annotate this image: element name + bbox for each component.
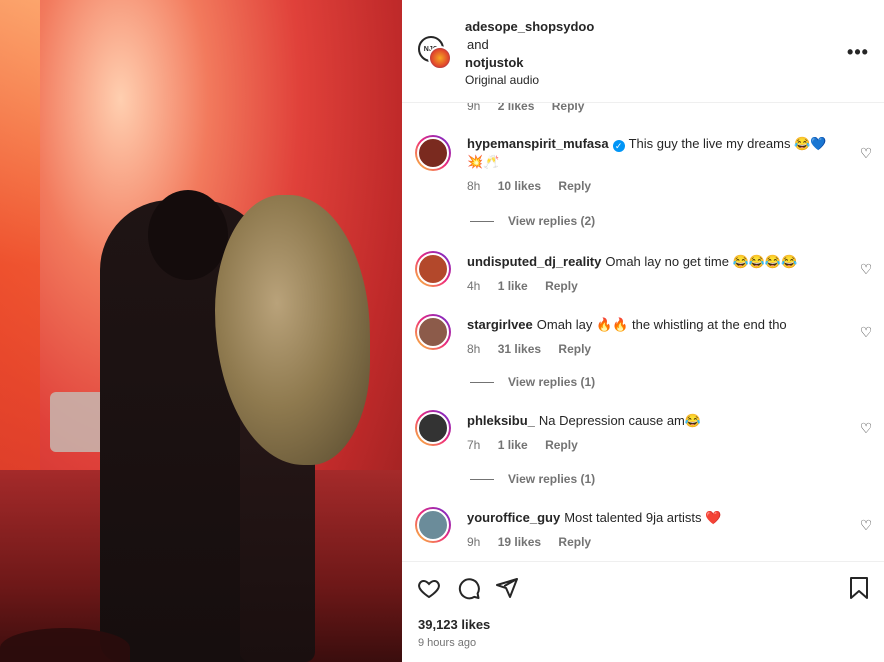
like-comment-heart-icon[interactable]: ♡ bbox=[858, 145, 874, 161]
audience-silhouette bbox=[0, 628, 130, 662]
comment-body: hypemanspirit_mufasa ✓ This guy the live m… bbox=[467, 135, 837, 195]
heart-outline-icon bbox=[418, 579, 440, 599]
view-replies-button[interactable]: View replies (1) bbox=[470, 375, 595, 389]
comment-meta: 9h 19 likes Reply bbox=[467, 533, 837, 551]
like-comment-heart-icon[interactable]: ♡ bbox=[858, 261, 874, 277]
view-replies-label: View replies (1) bbox=[508, 375, 596, 389]
paper-plane-icon bbox=[496, 578, 518, 598]
commenter-avatar[interactable] bbox=[415, 314, 451, 350]
author-avatars[interactable]: NJO bbox=[418, 36, 452, 70]
reply-button[interactable]: Reply bbox=[558, 342, 591, 356]
comment-time: 8h bbox=[467, 342, 481, 356]
post-video[interactable] bbox=[0, 0, 402, 662]
author-2-link[interactable]: notjustok bbox=[465, 54, 594, 72]
save-bookmark-icon[interactable] bbox=[846, 576, 872, 602]
comment-username[interactable]: stargirlvee bbox=[467, 317, 533, 332]
audio-link[interactable]: Original audio bbox=[465, 73, 539, 87]
comment-time: 8h bbox=[467, 179, 481, 193]
comment-meta: 8h 31 likes Reply bbox=[467, 340, 837, 358]
comment-likes[interactable]: 19 likes bbox=[498, 535, 541, 549]
comment-likes[interactable]: 31 likes bbox=[498, 342, 541, 356]
post-sidebar: NJO adesope_shopsydoo and notjustok Orig… bbox=[402, 0, 884, 662]
post-time: 9 hours ago bbox=[418, 637, 477, 649]
replies-divider bbox=[470, 221, 494, 223]
reply-button[interactable]: Reply bbox=[545, 438, 578, 452]
comment-likes[interactable]: 1 like bbox=[498, 279, 528, 293]
comment-text: Omah lay no get time 😂😂😂😂 bbox=[605, 254, 798, 269]
performer-head bbox=[148, 190, 228, 280]
view-replies-button[interactable]: View replies (2) bbox=[470, 214, 595, 228]
comment-time: 7h bbox=[467, 438, 481, 452]
comment-text: Most talented 9ja artists ❤️ bbox=[564, 510, 722, 525]
author-names: adesope_shopsydoo and notjustok bbox=[465, 18, 594, 72]
comment-icon[interactable] bbox=[456, 576, 482, 602]
comment-likes[interactable]: 1 like bbox=[498, 438, 528, 452]
comment-text: Omah lay 🔥🔥 the whistling at the end tho bbox=[536, 317, 787, 332]
reply-button[interactable]: Reply bbox=[545, 279, 578, 293]
share-icon[interactable] bbox=[494, 576, 520, 602]
author-1-link[interactable]: adesope_shopsydoo bbox=[465, 18, 594, 36]
comments-list[interactable]: 9h 2 likes Reply hypemanspirit_mufasa ✓ Th… bbox=[402, 103, 884, 561]
view-replies-label: View replies (2) bbox=[508, 214, 596, 228]
comment-meta: 4h 1 like Reply bbox=[467, 277, 837, 295]
commenter-avatar[interactable] bbox=[415, 251, 451, 287]
author-conjunction: and bbox=[467, 37, 489, 52]
like-heart-icon[interactable] bbox=[416, 576, 442, 602]
verified-badge-icon: ✓ bbox=[612, 140, 625, 152]
view-replies-button[interactable]: View replies (1) bbox=[470, 472, 595, 486]
comment-time: 9h bbox=[467, 103, 481, 113]
replies-divider bbox=[470, 479, 494, 481]
comment-body: undisputed_dj_reality Omah lay no get tim… bbox=[467, 253, 837, 295]
comment-username[interactable]: undisputed_dj_reality bbox=[467, 254, 601, 269]
like-comment-heart-icon[interactable]: ♡ bbox=[858, 324, 874, 340]
bookmark-icon bbox=[850, 577, 868, 599]
comment-meta: 7h 1 like Reply bbox=[467, 436, 837, 454]
replies-divider bbox=[470, 382, 494, 384]
commenter-avatar[interactable] bbox=[415, 135, 451, 171]
comment-body: youroffice_guy Most talented 9ja artists … bbox=[467, 509, 837, 551]
reply-button[interactable]: Reply bbox=[558, 535, 591, 549]
view-replies-label: View replies (1) bbox=[508, 472, 596, 486]
partial-comment-meta: 9h 2 likes Reply bbox=[467, 103, 598, 113]
like-comment-heart-icon[interactable]: ♡ bbox=[858, 420, 874, 436]
post-header: NJO adesope_shopsydoo and notjustok Orig… bbox=[402, 0, 884, 103]
commenter-avatar[interactable] bbox=[415, 507, 451, 543]
comment-username[interactable]: youroffice_guy bbox=[467, 510, 560, 525]
comment-username[interactable]: phleksibu_ bbox=[467, 413, 535, 428]
comment-likes[interactable]: 2 likes bbox=[498, 103, 535, 113]
like-count[interactable]: 39,123 likes bbox=[418, 617, 490, 632]
comment-body: stargirlvee Omah lay 🔥🔥 the whistling at … bbox=[467, 316, 837, 358]
reply-button[interactable]: Reply bbox=[558, 179, 591, 193]
author-avatar bbox=[428, 46, 452, 70]
speech-bubble-icon bbox=[458, 578, 480, 600]
comment-time: 9h bbox=[467, 535, 481, 549]
comment-body: phleksibu_ Na Depression cause am😂 7h 1 l… bbox=[467, 412, 837, 454]
comment-text: Na Depression cause am😂 bbox=[538, 413, 702, 428]
post-actions-footer: 39,123 likes 9 hours ago bbox=[402, 561, 884, 662]
comment-username[interactable]: hypemanspirit_mufasa bbox=[467, 136, 609, 151]
commenter-avatar[interactable] bbox=[415, 410, 451, 446]
comment-likes[interactable]: 10 likes bbox=[498, 179, 541, 193]
comment-time: 4h bbox=[467, 279, 481, 293]
comment-meta: 8h 10 likes Reply bbox=[467, 177, 837, 195]
more-options-icon[interactable]: ••• bbox=[846, 40, 870, 64]
reply-button[interactable]: Reply bbox=[552, 103, 585, 113]
like-comment-heart-icon[interactable]: ♡ bbox=[858, 517, 874, 533]
